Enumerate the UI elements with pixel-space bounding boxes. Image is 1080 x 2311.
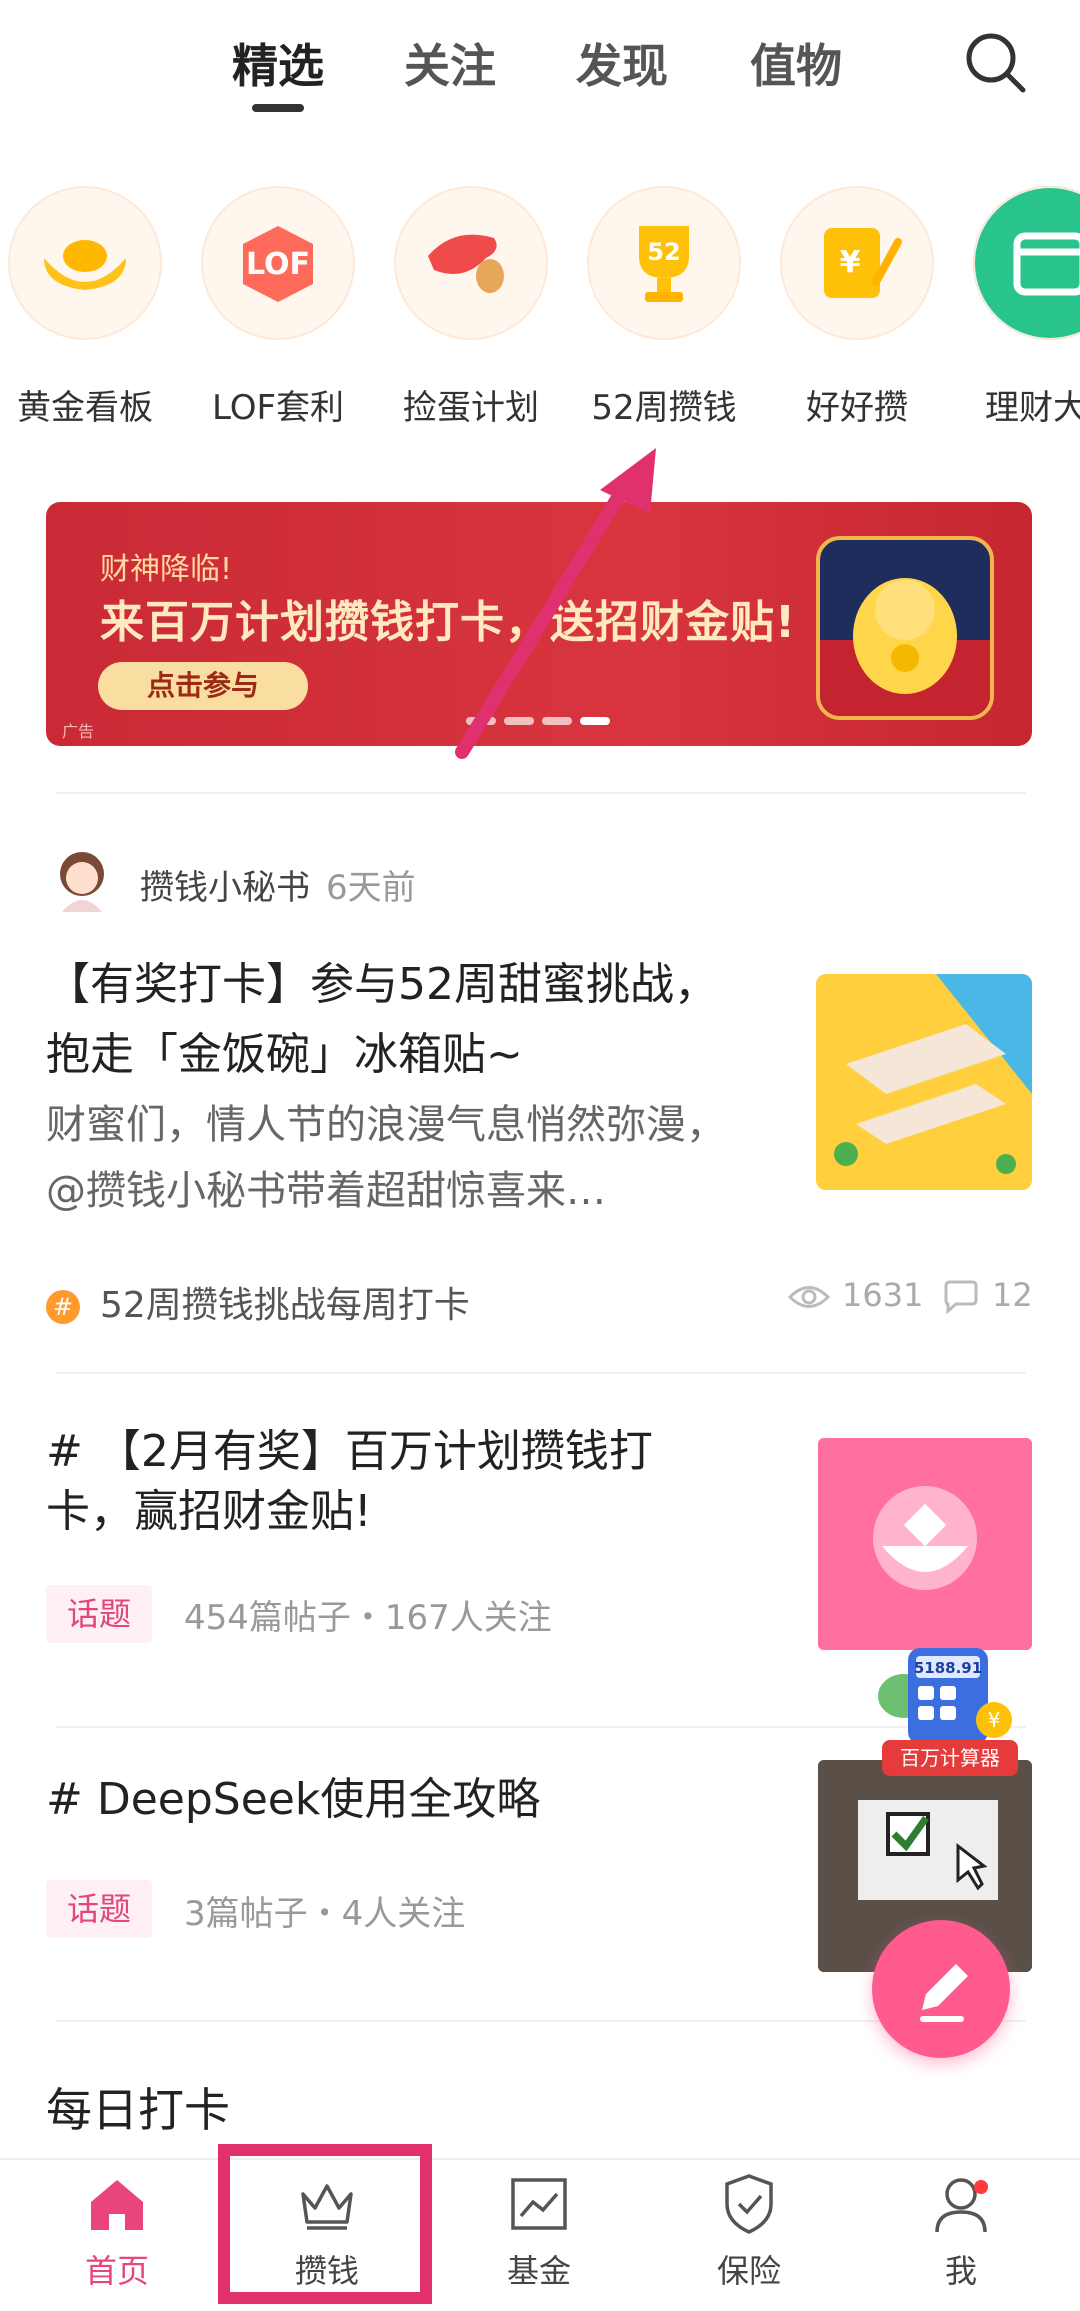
author-name[interactable]: 攒钱小秘书: [140, 860, 310, 909]
eye-icon: [787, 1286, 831, 1308]
notification-dot: [974, 2180, 988, 2194]
quick-entry-label: 好好攒: [806, 388, 908, 428]
trophy-52-icon: 52: [587, 186, 741, 340]
wallet-icon: [973, 186, 1080, 340]
pencil-icon: [920, 1964, 968, 2022]
svg-text:LOF: LOF: [246, 247, 310, 282]
nav-me-label: 我: [944, 2252, 977, 2290]
topic-badge: 话题: [46, 1585, 152, 1643]
shield-icon: [717, 2172, 781, 2236]
comment-count[interactable]: 12: [942, 1276, 1033, 1315]
comment-icon: [944, 1280, 978, 1315]
pager-dot: [504, 717, 534, 725]
post-description[interactable]: 财蜜们，情人节的浪漫气息悄然弥漫，@攒钱小秘书带着超甜惊喜来…: [46, 1092, 756, 1224]
post-time: 6天前: [326, 868, 416, 908]
top-tab-bar: 精选 关注 发现 值物: [0, 0, 1080, 130]
banner-join-button[interactable]: 点击参与: [98, 662, 308, 710]
comment-count-value: 12: [992, 1276, 1033, 1314]
topic-badge: 话题: [46, 1880, 152, 1938]
nav-home-label: 首页: [84, 2252, 149, 2290]
nav-insurance-label: 保险: [716, 2252, 781, 2290]
quick-entry-gold[interactable]: 黄金看板: [0, 180, 180, 429]
pager-dot-active: [580, 717, 610, 725]
banner-title: 来百万计划攒钱打卡，送招财金贴!: [100, 597, 797, 648]
calculator-float-button[interactable]: 5188.91 ¥ 百万计算器: [874, 1640, 1024, 1780]
quick-entry-finance[interactable]: 理财大: [955, 180, 1080, 429]
tab-following[interactable]: 关注: [404, 30, 496, 96]
banner-pager: [466, 710, 618, 725]
pager-dot: [542, 717, 572, 725]
promo-banner[interactable]: 财神降临! 来百万计划攒钱打卡，送招财金贴! 点击参与 广告: [46, 502, 1032, 746]
yen-note-icon: ¥: [780, 186, 934, 340]
view-count-value: 1631: [842, 1276, 924, 1314]
nav-insurance[interactable]: 保险: [674, 2172, 824, 2292]
view-count: 1631: [787, 1276, 924, 1314]
ad-label: 广告: [62, 722, 95, 741]
bottom-nav-bar: 首页 攒钱 基金 保险 我: [0, 2158, 1080, 2311]
nav-fund-label: 基金: [506, 2252, 571, 2290]
post-topic-label: 52周攒钱挑战每周打卡: [100, 1285, 470, 1326]
post-title[interactable]: 【有奖打卡】参与52周甜蜜挑战，抱走「金饭碗」冰箱贴~: [46, 950, 746, 1090]
quick-entry-row: 黄金看板 LOF LOF套利 捡蛋计划 52 52周攒钱 ¥ 好好攒 理财大: [0, 180, 1080, 440]
compose-button[interactable]: [872, 1920, 1010, 2058]
quick-entry-egg[interactable]: 捡蛋计划: [376, 180, 566, 429]
topic-thumbnail[interactable]: [818, 1438, 1032, 1650]
post-topic-link[interactable]: #52周攒钱挑战每周打卡: [46, 1276, 470, 1328]
divider: [56, 1372, 1026, 1374]
topic-title[interactable]: # 【2月有奖】百万计划攒钱打卡，赢招财金贴!: [46, 1422, 736, 1542]
nav-fund[interactable]: 基金: [464, 2172, 614, 2292]
tab-featured[interactable]: 精选: [232, 30, 324, 96]
quick-entry-label: 黄金看板: [17, 388, 153, 428]
hand-egg-icon: [394, 186, 548, 340]
home-icon: [85, 2172, 149, 2236]
lof-hexagon-icon: LOF: [201, 186, 355, 340]
avatar[interactable]: [52, 848, 112, 912]
tab-worth[interactable]: 值物: [750, 30, 842, 96]
lucky-cat-image: [816, 536, 994, 720]
quick-entry-label: 理财大: [985, 388, 1080, 428]
quick-entry-label: 捡蛋计划: [403, 388, 539, 428]
topic-meta: 454篇帖子・167人关注: [184, 1598, 552, 1638]
topic-meta: 3篇帖子・4人关注: [184, 1894, 466, 1934]
chart-icon: [507, 2172, 571, 2236]
tab-discover[interactable]: 发现: [576, 30, 668, 96]
svg-text:¥: ¥: [840, 245, 861, 280]
gold-ingot-icon: [8, 186, 162, 340]
post-thumbnail[interactable]: [816, 974, 1032, 1190]
divider: [56, 792, 1026, 794]
nav-me[interactable]: 我: [886, 2172, 1036, 2292]
calculator-number: 5188.91: [914, 1659, 982, 1677]
quick-entry-52week[interactable]: 52 52周攒钱: [569, 180, 759, 429]
quick-entry-save[interactable]: ¥ 好好攒: [762, 180, 952, 429]
topic-title[interactable]: # DeepSeek使用全攻略: [46, 1770, 540, 1830]
banner-subtitle: 财神降临!: [100, 552, 233, 587]
hashtag-icon: #: [46, 1290, 80, 1324]
section-heading-daily[interactable]: 每日打卡: [46, 2074, 230, 2140]
nav-home[interactable]: 首页: [42, 2172, 192, 2292]
annotation-highlight-box: [218, 2144, 432, 2304]
quick-entry-lof[interactable]: LOF LOF套利: [183, 180, 373, 429]
search-icon[interactable]: [963, 30, 1029, 96]
svg-text:52: 52: [647, 238, 680, 266]
active-tab-indicator: [252, 104, 304, 112]
pager-dot: [466, 717, 496, 725]
quick-entry-label: LOF套利: [211, 388, 345, 428]
calculator-label: 百万计算器: [882, 1740, 1018, 1776]
quick-entry-label: 52周攒钱: [591, 388, 737, 428]
svg-text:¥: ¥: [988, 1708, 1001, 1732]
